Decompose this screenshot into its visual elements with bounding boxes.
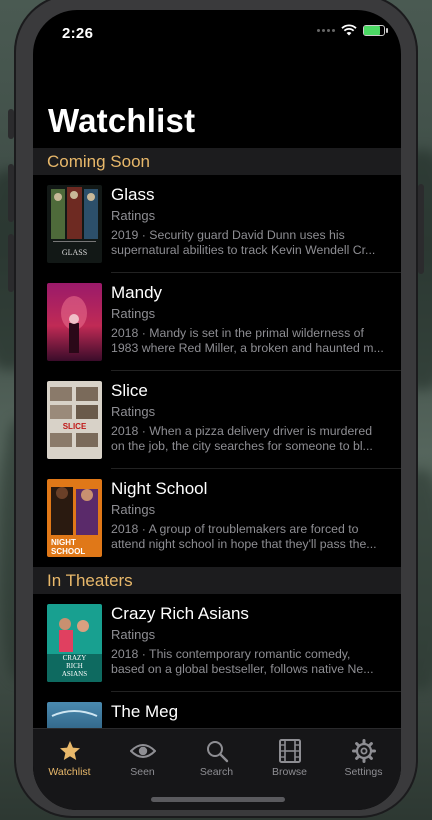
phone-side-button bbox=[8, 109, 14, 139]
status-bar: 2:26 bbox=[33, 10, 401, 54]
wifi-icon bbox=[341, 24, 357, 36]
tab-browse[interactable]: Browse bbox=[253, 729, 326, 781]
movie-description-line: 1983 where Red Miller, a broken and haun… bbox=[111, 341, 384, 355]
poster-the-meg bbox=[47, 702, 102, 728]
poster-crazy-rich-asians-text: RICH bbox=[66, 662, 83, 670]
film-icon bbox=[278, 739, 301, 763]
movie-row-mandy[interactable]: Mandy Ratings 2018 · Mandy is set in the… bbox=[33, 273, 401, 371]
phone-power-button bbox=[418, 184, 424, 274]
movie-description-line: attend night school in hope that they'll… bbox=[111, 537, 377, 551]
movie-row-the-meg[interactable]: The Meg bbox=[33, 692, 401, 728]
movie-description: 2018 · When a pizza delivery driver is m… bbox=[111, 424, 391, 454]
movie-title: Slice bbox=[111, 381, 148, 400]
movie-description-line: 2018 · A group of troublemakers are forc… bbox=[111, 522, 359, 536]
section-header-in-theaters: In Theaters bbox=[33, 567, 401, 594]
movie-description-line: 2018 · This contemporary romantic comedy… bbox=[111, 647, 351, 661]
movie-description-line: based on a global bestseller, follows na… bbox=[111, 662, 374, 676]
status-time: 2:26 bbox=[62, 25, 94, 42]
movie-list[interactable]: Coming Soon GLASS Glass Ratings 2019 · S… bbox=[33, 148, 401, 728]
movie-description-line: 2018 · Mandy is set in the primal wilder… bbox=[111, 326, 364, 340]
movie-description-line: 2018 · When a pizza delivery driver is m… bbox=[111, 424, 373, 438]
movie-row-night-school[interactable]: NIGHT SCHOOL Night School Ratings 2018 ·… bbox=[33, 469, 401, 567]
poster-night-school-text: SCHOOL bbox=[51, 547, 85, 556]
poster-crazy-rich-asians: CRAZY RICH ASIANS bbox=[47, 604, 102, 682]
movie-description-line: supernatural abilities to track Kevin We… bbox=[111, 243, 376, 257]
home-indicator[interactable] bbox=[151, 797, 285, 802]
movie-ratings: Ratings bbox=[111, 404, 156, 419]
tab-watchlist[interactable]: Watchlist bbox=[33, 729, 106, 781]
eye-icon bbox=[129, 744, 156, 758]
tab-label: Seen bbox=[130, 766, 155, 778]
tab-label: Watchlist bbox=[48, 766, 91, 778]
movie-row-crazy-rich-asians[interactable]: CRAZY RICH ASIANS Crazy Rich Asians Rati… bbox=[33, 594, 401, 692]
movie-description: 2018 · A group of troublemakers are forc… bbox=[111, 522, 391, 552]
movie-title: Mandy bbox=[111, 283, 163, 302]
tab-search[interactable]: Search bbox=[180, 729, 253, 781]
movie-ratings: Ratings bbox=[111, 627, 156, 642]
movie-ratings: Ratings bbox=[111, 208, 156, 223]
phone-side-button bbox=[8, 164, 14, 222]
movie-title: Night School bbox=[111, 479, 208, 498]
poster-slice-text: SLICE bbox=[63, 422, 87, 431]
movie-title: Crazy Rich Asians bbox=[111, 604, 249, 623]
poster-crazy-rich-asians-text: ASIANS bbox=[62, 670, 87, 678]
movie-description-line: 2019 · Security guard David Dunn uses hi… bbox=[111, 228, 345, 242]
tab-bar: Watchlist Seen Search Browse Settings bbox=[33, 728, 401, 810]
poster-glass-text: GLASS bbox=[62, 248, 87, 257]
tab-seen[interactable]: Seen bbox=[106, 729, 179, 781]
movie-description: 2018 · Mandy is set in the primal wilder… bbox=[111, 326, 391, 356]
signal-dots-icon bbox=[317, 28, 335, 32]
section-header-coming-soon: Coming Soon bbox=[33, 148, 401, 175]
search-icon bbox=[206, 741, 228, 763]
poster-night-school-text: NIGHT bbox=[51, 538, 76, 547]
star-icon bbox=[59, 741, 80, 760]
movie-description: 2018 · This contemporary romantic comedy… bbox=[111, 647, 391, 677]
poster-crazy-rich-asians-text: CRAZY bbox=[63, 654, 87, 662]
movie-row-glass[interactable]: GLASS Glass Ratings 2019 · Security guar… bbox=[33, 175, 401, 273]
movie-title: Glass bbox=[111, 185, 155, 204]
page-title: Watchlist bbox=[48, 102, 196, 139]
movie-description: 2019 · Security guard David Dunn uses hi… bbox=[111, 228, 391, 258]
app-screen: 2:26 Watchlist Coming Soon GLASS Glass R… bbox=[33, 10, 401, 810]
movie-ratings: Ratings bbox=[111, 306, 156, 321]
poster-glass: GLASS bbox=[47, 185, 102, 263]
status-icons bbox=[317, 24, 388, 36]
phone-side-button bbox=[8, 234, 14, 292]
poster-night-school: NIGHT SCHOOL bbox=[47, 479, 102, 557]
tab-settings[interactable]: Settings bbox=[327, 729, 400, 781]
gear-icon bbox=[351, 739, 376, 763]
movie-row-slice[interactable]: SLICE Slice Ratings 2018 · When a pizza … bbox=[33, 371, 401, 469]
tab-label: Browse bbox=[271, 766, 307, 778]
tab-label: Search bbox=[199, 766, 234, 778]
tab-label: Settings bbox=[344, 766, 383, 778]
movie-ratings: Ratings bbox=[111, 502, 156, 517]
poster-slice: SLICE bbox=[47, 381, 102, 459]
poster-mandy bbox=[47, 283, 102, 361]
movie-description-line: on the job, the city searches for someon… bbox=[111, 439, 373, 453]
movie-title: The Meg bbox=[111, 702, 179, 721]
battery-icon bbox=[363, 24, 388, 36]
